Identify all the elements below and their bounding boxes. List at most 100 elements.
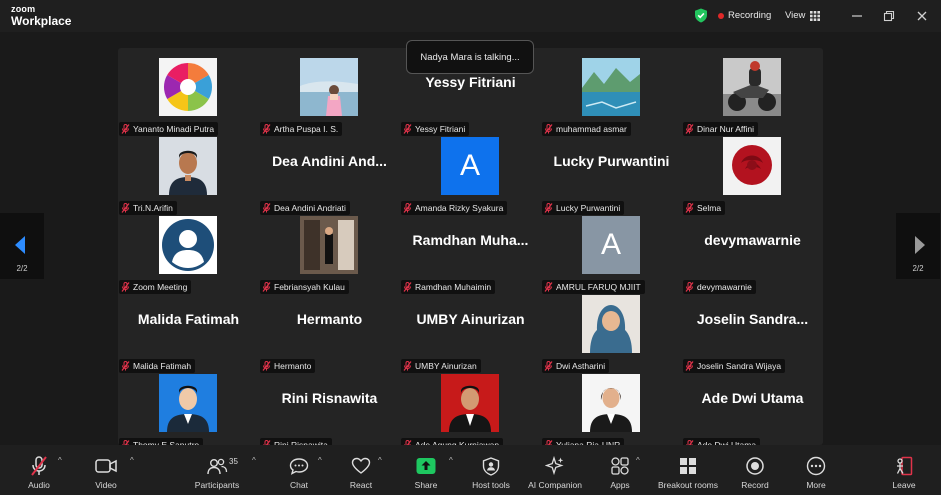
- microphone-muted-icon: [544, 124, 553, 134]
- participant-display-name: Joselin Sandra...: [696, 311, 809, 327]
- previous-page-button[interactable]: 2/2: [0, 213, 44, 279]
- participant-tile[interactable]: Dwi Astharini: [541, 295, 682, 374]
- participant-name: Artha Puspa I. S.: [274, 124, 339, 134]
- participant-name-label: Artha Puspa I. S.: [260, 122, 343, 136]
- participant-tile[interactable]: muhammad asmar: [541, 58, 682, 137]
- host-tools-label: Host tools: [472, 480, 510, 490]
- video-options-caret-icon[interactable]: ^: [130, 457, 138, 465]
- chat-button[interactable]: Chat: [284, 445, 314, 495]
- ai-companion-button[interactable]: AI Companion: [524, 445, 586, 495]
- participant-avatar: A: [441, 137, 499, 195]
- participant-tile[interactable]: Dinar Nur Affini: [682, 58, 823, 137]
- participant-tile[interactable]: Selma: [682, 137, 823, 216]
- view-button[interactable]: View: [785, 10, 821, 21]
- participant-tile[interactable]: Yuliana Ria-UNR: [541, 374, 682, 453]
- participant-tile[interactable]: Malida Fatimah Malida Fatimah: [118, 295, 259, 374]
- microphone-muted-icon: [685, 361, 694, 371]
- participant-name: Amanda Rizky Syakura: [415, 203, 504, 213]
- participant-name-label: devymawarnie: [683, 280, 756, 294]
- more-button[interactable]: More: [801, 445, 831, 495]
- participant-tile[interactable]: A AMRUL FARUQ MJIIT: [541, 216, 682, 295]
- audio-button[interactable]: Audio: [24, 445, 54, 495]
- participant-name: Dea Andini Andriati: [274, 203, 346, 213]
- recording-label: Recording: [728, 10, 772, 21]
- participant-tile[interactable]: Ramdhan Muha... Ramdhan Muhaimin: [400, 216, 541, 295]
- restore-icon[interactable]: [882, 9, 896, 23]
- microphone-muted-icon: [685, 203, 694, 213]
- participant-name-label: Dwi Astharini: [542, 359, 610, 373]
- participant-tile[interactable]: devymawarnie devymawarnie: [682, 216, 823, 295]
- recording-indicator[interactable]: Recording: [718, 10, 771, 21]
- participant-tile[interactable]: Rini RisnawitaRini Risnawita: [259, 374, 400, 453]
- participant-tile[interactable]: Ade Dwi UtamaAde Dwi Utama: [682, 374, 823, 453]
- participant-tile[interactable]: Yananto Minadi Putra: [118, 58, 259, 137]
- participant-video: [300, 58, 358, 116]
- participant-tile[interactable]: Ade Agung Kurniawan: [400, 374, 541, 453]
- record-icon: [746, 457, 764, 475]
- participant-name-label: Joselin Sandra Wijaya: [683, 359, 786, 373]
- chat-options-caret-icon[interactable]: ^: [318, 457, 326, 465]
- page-indicator-left: 2/2: [16, 264, 28, 273]
- participants-options-caret-icon[interactable]: ^: [252, 457, 260, 465]
- participant-avatar: A: [582, 216, 640, 274]
- apps-options-caret-icon[interactable]: ^: [636, 457, 644, 465]
- share-button[interactable]: Share: [410, 445, 442, 495]
- participant-name-label: Yananto Minadi Putra: [119, 122, 219, 136]
- participant-tile[interactable]: Artha Puspa I. S.: [259, 58, 400, 137]
- participant-display-name: Lucky Purwantini: [553, 153, 670, 169]
- participant-video: [582, 58, 640, 116]
- chevron-left-icon: [15, 236, 25, 254]
- microphone-muted-icon: [121, 282, 130, 292]
- host-tools-button[interactable]: Host tools: [468, 445, 514, 495]
- apps-button[interactable]: Apps: [605, 445, 635, 495]
- breakout-rooms-button[interactable]: Breakout rooms: [654, 445, 722, 495]
- participants-count: 35: [229, 457, 238, 466]
- record-button[interactable]: Record: [738, 445, 772, 495]
- minimize-icon[interactable]: [850, 9, 864, 23]
- microphone-muted-icon: [544, 361, 553, 371]
- video-button[interactable]: Video: [91, 445, 121, 495]
- participant-tile[interactable]: Tri.N.Arifin: [118, 137, 259, 216]
- microphone-muted-icon: [544, 203, 553, 213]
- next-page-button[interactable]: 2/2: [896, 213, 940, 279]
- talking-indicator: Nadya Mara is talking...: [406, 40, 534, 74]
- microphone-muted-icon: [403, 282, 412, 292]
- participant-video: [582, 374, 640, 432]
- participants-button[interactable]: Participants: [190, 445, 244, 495]
- participant-name-label: Lucky Purwantini: [542, 201, 625, 215]
- participant-display-name: Ramdhan Muha...: [412, 232, 529, 248]
- microphone-muted-icon: [121, 203, 130, 213]
- participant-tile[interactable]: Lucky Purwantini Lucky Purwantini: [541, 137, 682, 216]
- participant-tile[interactable]: Febriansyah Kulau: [259, 216, 400, 295]
- participant-display-name: Malida Fatimah: [137, 311, 240, 327]
- participant-name-label: UMBY Ainurizan: [401, 359, 481, 373]
- react-label: React: [349, 480, 373, 490]
- ai-companion-label: AI Companion: [528, 480, 582, 490]
- react-button[interactable]: React: [346, 445, 376, 495]
- participant-tile[interactable]: Dea Andini And... Dea Andini Andriati: [259, 137, 400, 216]
- participant-tile[interactable]: UMBY Ainurizan UMBY Ainurizan: [400, 295, 541, 374]
- shield-check-icon[interactable]: [694, 8, 708, 23]
- participant-name-label: Ramdhan Muhaimin: [401, 280, 496, 294]
- participant-name: muhammad asmar: [556, 124, 627, 134]
- microphone-muted-icon: [403, 203, 412, 213]
- share-screen-icon: [416, 458, 436, 474]
- gallery-grid: Yananto Minadi Putra Artha Puspa I. S. Yes…: [118, 48, 823, 452]
- participant-tile[interactable]: Hermanto Hermanto: [259, 295, 400, 374]
- recording-dot-icon: [718, 12, 724, 19]
- participant-video: [159, 216, 217, 274]
- share-label: Share: [414, 480, 438, 490]
- participant-tile[interactable]: Zoom Meeting: [118, 216, 259, 295]
- leave-button[interactable]: Leave: [889, 445, 919, 495]
- participant-tile[interactable]: Thomy E Saputro: [118, 374, 259, 453]
- close-icon[interactable]: [915, 9, 929, 23]
- react-options-caret-icon[interactable]: ^: [378, 457, 386, 465]
- breakout-rooms-icon: [680, 458, 696, 474]
- zoom-logo: zoom Workplace: [11, 5, 71, 28]
- participant-tile[interactable]: A Amanda Rizky Syakura: [400, 137, 541, 216]
- participant-name-label: Yessy Fitriani: [401, 122, 470, 136]
- audio-options-caret-icon[interactable]: ^: [58, 457, 66, 465]
- participant-tile[interactable]: Joselin Sandra... Joselin Sandra Wijaya: [682, 295, 823, 374]
- share-options-caret-icon[interactable]: ^: [449, 457, 457, 465]
- participant-name: Hermanto: [274, 361, 312, 371]
